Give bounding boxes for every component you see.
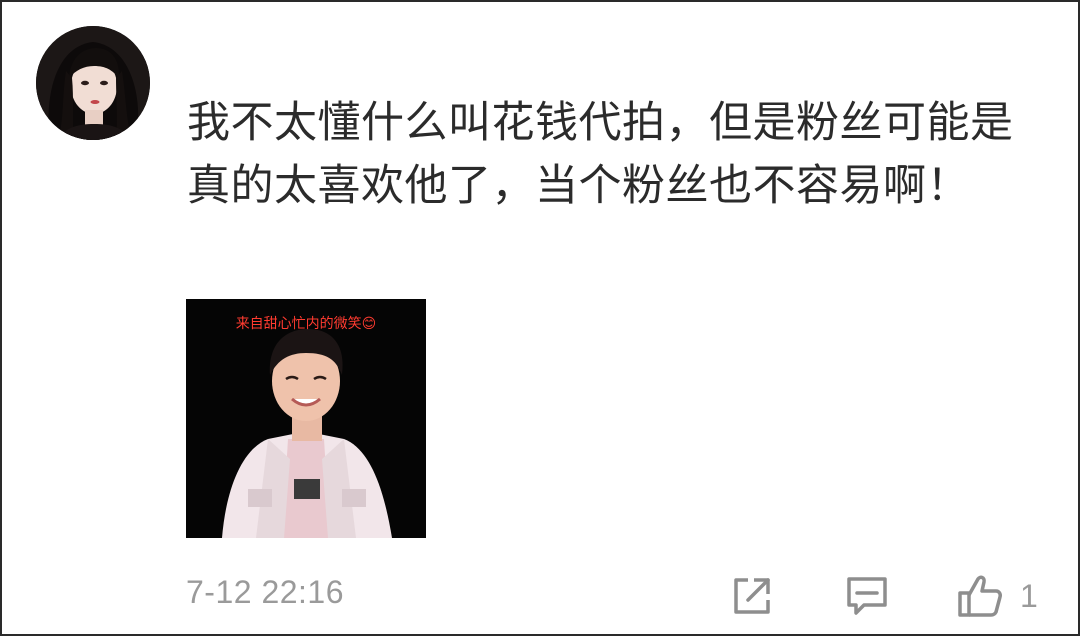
avatar-image: [36, 26, 150, 140]
comment-icon: [844, 574, 890, 618]
like-button[interactable]: 1: [956, 570, 1038, 622]
sticker-caption: 来自甜心忙内的微笑😊: [235, 316, 377, 332]
share-icon: [730, 574, 774, 618]
comment-text: 我不太懂什么叫花钱代拍，但是粉丝可能是真的太喜欢他了，当个粉丝也不容易啊！: [187, 98, 1014, 211]
timestamp: 7-12 22:16: [186, 574, 345, 610]
person-photo: [186, 299, 426, 538]
sticker-image[interactable]: 来自甜心忙内的微笑😊: [186, 299, 426, 538]
share-button[interactable]: [730, 570, 774, 622]
avatar[interactable]: [36, 26, 150, 140]
thumbs-up-icon: [956, 573, 1004, 619]
comment-card: 我不太懂什么叫花钱代拍，但是粉丝可能是真的太喜欢他了，当个粉丝也不容易啊！ 来自…: [0, 0, 1080, 636]
like-count: 1: [1020, 577, 1038, 614]
reply-button[interactable]: [844, 570, 890, 622]
